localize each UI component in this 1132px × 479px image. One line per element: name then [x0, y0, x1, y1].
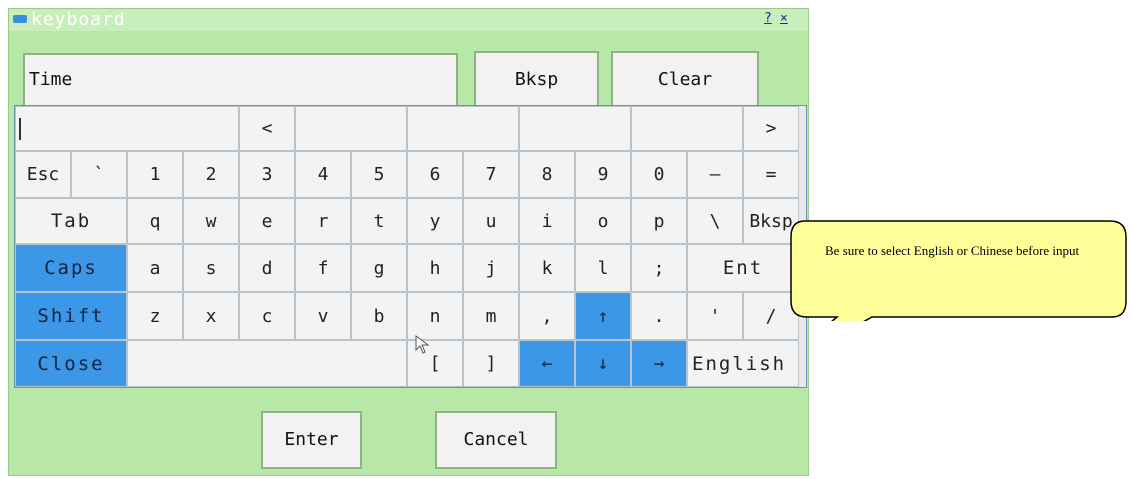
key-f[interactable]: f — [295, 244, 351, 292]
key-e[interactable]: e — [239, 198, 295, 244]
key-semicolon[interactable]: ; — [631, 244, 687, 292]
candidate-next-button[interactable]: > — [743, 106, 799, 151]
key-v[interactable]: v — [295, 292, 351, 340]
key-arrow-right[interactable]: → — [631, 340, 687, 387]
key-7[interactable]: 7 — [463, 151, 519, 198]
key-g[interactable]: g — [351, 244, 407, 292]
key-shift[interactable]: Shift — [15, 292, 127, 340]
language-toggle-key[interactable]: English — [687, 340, 799, 387]
key-backtick[interactable]: ` — [71, 151, 127, 198]
enter-button[interactable]: Enter — [261, 411, 362, 469]
key-arrow-left[interactable]: ← — [519, 340, 575, 387]
key-w[interactable]: w — [183, 198, 239, 244]
key-r[interactable]: r — [295, 198, 351, 244]
key-equals[interactable]: = — [743, 151, 799, 198]
key-c[interactable]: c — [239, 292, 295, 340]
key-space[interactable] — [127, 340, 407, 387]
key-l[interactable]: l — [575, 244, 631, 292]
key-k[interactable]: k — [519, 244, 575, 292]
key-z[interactable]: z — [127, 292, 183, 340]
key-backslash[interactable]: \ — [687, 198, 743, 244]
key-a[interactable]: a — [127, 244, 183, 292]
key-4[interactable]: 4 — [295, 151, 351, 198]
text-input-field[interactable]: Time — [23, 53, 458, 107]
key-1[interactable]: 1 — [127, 151, 183, 198]
candidate-slot[interactable] — [295, 106, 407, 151]
key-q[interactable]: q — [127, 198, 183, 244]
keyboard-window: keyboard ? × Time Bksp Clear < > Esc ` 1… — [8, 8, 809, 476]
key-6[interactable]: 6 — [407, 151, 463, 198]
keyboard-icon — [13, 15, 27, 23]
key-o[interactable]: o — [575, 198, 631, 244]
candidate-prev-button[interactable]: < — [239, 106, 295, 151]
callout-text: Be sure to select English or Chinese bef… — [825, 243, 1080, 258]
key-2[interactable]: 2 — [183, 151, 239, 198]
candidate-slot[interactable] — [407, 106, 519, 151]
key-j[interactable]: j — [463, 244, 519, 292]
key-p[interactable]: p — [631, 198, 687, 244]
clear-button[interactable]: Clear — [611, 51, 759, 109]
key-quote[interactable]: ' — [687, 292, 743, 340]
backspace-button[interactable]: Bksp — [474, 51, 599, 109]
key-s[interactable]: s — [183, 244, 239, 292]
key-8[interactable]: 8 — [519, 151, 575, 198]
key-n[interactable]: n — [407, 292, 463, 340]
key-close[interactable]: Close — [15, 340, 127, 387]
key-arrow-down[interactable]: ↓ — [575, 340, 631, 387]
callout-bubble — [790, 220, 1127, 321]
key-9[interactable]: 9 — [575, 151, 631, 198]
key-y[interactable]: y — [407, 198, 463, 244]
key-arrow-up[interactable]: ↑ — [575, 292, 631, 340]
candidate-slot[interactable] — [631, 106, 743, 151]
candidate-slot[interactable] — [519, 106, 631, 151]
mouse-pointer-icon — [415, 335, 430, 354]
candidate-input-box[interactable] — [15, 106, 239, 151]
key-0[interactable]: 0 — [631, 151, 687, 198]
key-enter[interactable]: Ent — [687, 244, 799, 292]
key-caps[interactable]: Caps — [15, 244, 127, 292]
key-5[interactable]: 5 — [351, 151, 407, 198]
key-d[interactable]: d — [239, 244, 295, 292]
title-bar: keyboard ? × — [9, 9, 808, 31]
help-button[interactable]: ? — [764, 11, 772, 27]
key-m[interactable]: m — [463, 292, 519, 340]
key-comma[interactable]: , — [519, 292, 575, 340]
key-minus[interactable]: — — [687, 151, 743, 198]
key-esc[interactable]: Esc — [15, 151, 71, 198]
close-window-button[interactable]: × — [780, 11, 788, 27]
key-x[interactable]: x — [183, 292, 239, 340]
key-3[interactable]: 3 — [239, 151, 295, 198]
key-tab[interactable]: Tab — [15, 198, 127, 244]
key-right-bracket[interactable]: ] — [463, 340, 519, 387]
key-u[interactable]: u — [463, 198, 519, 244]
key-b[interactable]: b — [351, 292, 407, 340]
key-period[interactable]: . — [631, 292, 687, 340]
key-h[interactable]: h — [407, 244, 463, 292]
key-t[interactable]: t — [351, 198, 407, 244]
window-title: keyboard — [31, 9, 126, 30]
cancel-button[interactable]: Cancel — [435, 411, 557, 469]
key-i[interactable]: i — [519, 198, 575, 244]
on-screen-keyboard: < > Esc ` 1 2 3 4 5 6 7 8 9 0 — = Tab q … — [14, 105, 807, 388]
